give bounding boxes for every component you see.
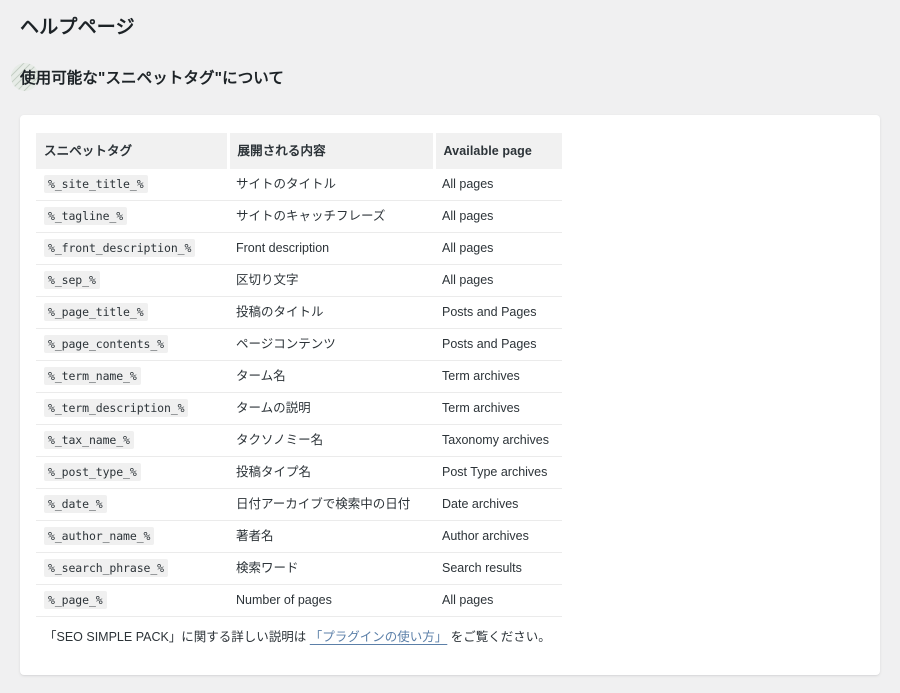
table-header: スニペットタグ 展開される内容 Available page (36, 133, 562, 169)
cell-snippet-tag: %_page_title_% (36, 296, 228, 329)
snippet-tag-code: %_term_name_% (44, 367, 141, 385)
cell-snippet-tag: %_author_name_% (36, 520, 228, 553)
cell-description: サイトのキャッチフレーズ (228, 200, 434, 233)
snippet-tag-code: %_page_% (44, 591, 107, 609)
cell-available-page: Search results (434, 552, 562, 585)
snippet-tags-card: スニペットタグ 展開される内容 Available page %_site_ti… (20, 115, 880, 675)
cell-description: Front description (228, 232, 434, 265)
cell-description: 日付アーカイブで検索中の日付 (228, 488, 434, 521)
cell-available-page: Term archives (434, 360, 562, 393)
cell-description: 投稿のタイトル (228, 296, 434, 329)
table-row: %_page_title_% 投稿のタイトル Posts and Pages (36, 296, 562, 329)
cell-available-page: Author archives (434, 520, 562, 553)
snippet-tag-code: %_term_description_% (44, 399, 189, 417)
help-page: ヘルプページ 使用可能な"スニペットタグ"について スニペットタグ 展開される内… (0, 0, 900, 693)
snippet-tags-table: スニペットタグ 展開される内容 Available page %_site_ti… (36, 133, 562, 617)
cell-available-page: All pages (434, 584, 562, 617)
table-row: %_sep_% 区切り文字 All pages (36, 264, 562, 297)
cell-available-page: Posts and Pages (434, 296, 562, 329)
table-row: %_page_% Number of pages All pages (36, 584, 562, 617)
cell-snippet-tag: %_tax_name_% (36, 424, 228, 457)
table-row: %_author_name_% 著者名 Author archives (36, 520, 562, 553)
column-header-snippet-tag: スニペットタグ (36, 133, 230, 169)
cell-snippet-tag: %_term_description_% (36, 392, 228, 425)
snippet-tag-code: %_search_phrase_% (44, 559, 169, 577)
table-row: %_search_phrase_% 検索ワード Search results (36, 552, 562, 585)
snippet-tag-code: %_sep_% (44, 271, 100, 289)
section-heading-label: 使用可能な"スニペットタグ"について (20, 70, 285, 87)
snippet-tag-code: %_front_description_% (44, 239, 196, 257)
table-header-row: スニペットタグ 展開される内容 Available page (36, 133, 562, 169)
cell-snippet-tag: %_front_description_% (36, 232, 228, 265)
cell-available-page: All pages (434, 200, 562, 233)
cell-available-page: All pages (434, 232, 562, 265)
cell-available-page: Posts and Pages (434, 328, 562, 361)
table-row: %_term_description_% タームの説明 Term archives (36, 392, 562, 425)
cell-snippet-tag: %_site_title_% (36, 169, 228, 201)
table-row: %_site_title_% サイトのタイトル All pages (36, 169, 562, 201)
cell-snippet-tag: %_search_phrase_% (36, 552, 228, 585)
cell-snippet-tag: %_tagline_% (36, 200, 228, 233)
cell-description: タクソノミー名 (228, 424, 434, 457)
plugin-usage-note: 「SEO SIMPLE PACK」に関する詳しい説明は 「プラグインの使い方」 … (44, 627, 551, 647)
column-header-available-page: Available page (434, 133, 562, 169)
snippet-tag-code: %_tagline_% (44, 207, 128, 225)
table-row: %_term_name_% ターム名 Term archives (36, 360, 562, 393)
table-row: %_page_contents_% ページコンテンツ Posts and Pages (36, 328, 562, 361)
cell-available-page: Taxonomy archives (434, 424, 562, 457)
page-title: ヘルプページ (20, 17, 135, 38)
note-prefix: 「SEO SIMPLE PACK」に関する詳しい説明は (44, 630, 310, 644)
note-suffix: をご覧ください。 (447, 630, 551, 644)
cell-snippet-tag: %_sep_% (36, 264, 228, 297)
section-heading: 使用可能な"スニペットタグ"について (0, 62, 900, 92)
cell-snippet-tag: %_post_type_% (36, 456, 228, 489)
cell-description: ターム名 (228, 360, 434, 393)
snippet-tag-code: %_page_contents_% (44, 335, 169, 353)
column-header-description: 展開される内容 (228, 133, 436, 169)
cell-available-page: All pages (434, 169, 562, 201)
cell-description: 投稿タイプ名 (228, 456, 434, 489)
table-row: %_date_% 日付アーカイブで検索中の日付 Date archives (36, 488, 562, 521)
snippet-tag-code: %_author_name_% (44, 527, 155, 545)
table-row: %_tagline_% サイトのキャッチフレーズ All pages (36, 200, 562, 233)
table-row: %_post_type_% 投稿タイプ名 Post Type archives (36, 456, 562, 489)
snippet-tag-code: %_site_title_% (44, 175, 148, 193)
table-body: %_site_title_% サイトのタイトル All pages %_tagline… (36, 169, 562, 617)
cell-available-page: Term archives (434, 392, 562, 425)
table-row: %_front_description_% Front description Al… (36, 232, 562, 265)
cell-description: Number of pages (228, 584, 434, 617)
cell-available-page: Post Type archives (434, 456, 562, 489)
snippet-tag-code: %_date_% (44, 495, 107, 513)
cell-description: 著者名 (228, 520, 434, 553)
cell-available-page: All pages (434, 264, 562, 297)
cell-snippet-tag: %_page_contents_% (36, 328, 228, 361)
cell-snippet-tag: %_term_name_% (36, 360, 228, 393)
snippet-tag-code: %_post_type_% (44, 463, 141, 481)
cell-description: 区切り文字 (228, 264, 434, 297)
cell-snippet-tag: %_page_% (36, 584, 228, 617)
cell-snippet-tag: %_date_% (36, 488, 228, 521)
cell-description: タームの説明 (228, 392, 434, 425)
cell-available-page: Date archives (434, 488, 562, 521)
table-row: %_tax_name_% タクソノミー名 Taxonomy archives (36, 424, 562, 457)
cell-description: 検索ワード (228, 552, 434, 585)
snippet-tag-code: %_page_title_% (44, 303, 148, 321)
snippet-tag-code: %_tax_name_% (44, 431, 134, 449)
plugin-usage-link[interactable]: 「プラグインの使い方」 (310, 630, 448, 644)
cell-description: ページコンテンツ (228, 328, 434, 361)
cell-description: サイトのタイトル (228, 169, 434, 201)
